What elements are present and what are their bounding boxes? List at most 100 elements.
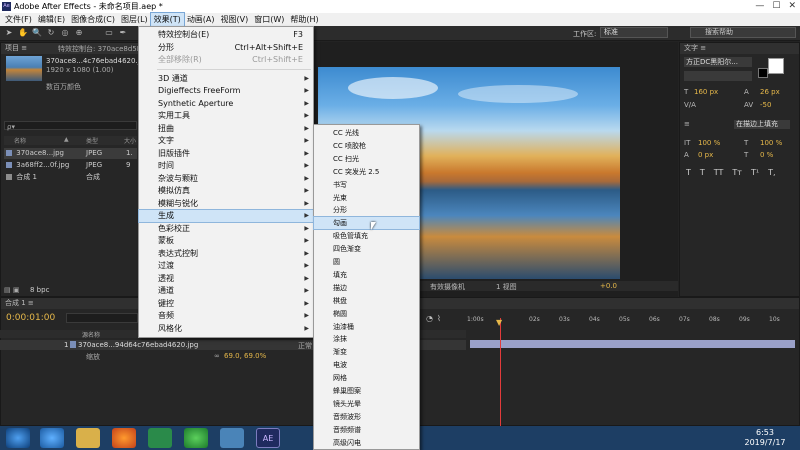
generate-menu-item[interactable]: 填充 — [314, 269, 419, 281]
project-row[interactable]: 370ace8...jpg JPEG 1. — [4, 148, 137, 159]
col-sort[interactable]: ▲ — [64, 136, 69, 143]
camera-select[interactable]: 有效摄像机 — [430, 282, 465, 292]
small-caps-button[interactable]: Tт — [732, 168, 742, 177]
menu-help[interactable]: 帮助(H) — [287, 13, 321, 26]
tsume-value[interactable]: 0 % — [760, 151, 773, 159]
effects-menu-item[interactable]: 特效控制台(E) F3 — [139, 29, 313, 41]
generate-menu-item[interactable]: 光束 — [314, 192, 419, 204]
generate-menu-item[interactable]: 椭圆 — [314, 308, 419, 320]
effects-menu-item[interactable]: 旧版插件 ▶ — [139, 148, 313, 160]
menu-file[interactable]: 文件(F) — [2, 13, 35, 26]
effects-menu-item[interactable]: 杂波与颗粒 ▶ — [139, 173, 313, 185]
scale-property-value[interactable]: 69.0, 69.0% — [224, 352, 266, 360]
font-style-select[interactable] — [684, 71, 752, 81]
generate-menu-item[interactable]: 镜头光晕 — [314, 398, 419, 410]
generate-menu-item[interactable]: 音频波形 — [314, 411, 419, 423]
menu-layer[interactable]: 图层(L) — [118, 13, 151, 26]
generate-menu-item[interactable]: CC 突发光 2.5 — [314, 166, 419, 178]
generate-menu-item[interactable]: 网格 — [314, 372, 419, 384]
playhead-handle-icon[interactable]: ▼ — [496, 318, 505, 327]
vertical-scale-value[interactable]: 100 % — [698, 139, 720, 147]
col-name[interactable]: 名称 — [14, 136, 26, 145]
timecode-display[interactable]: 0:00:01:00 — [6, 313, 55, 323]
effects-menu-item[interactable]: 实用工具 ▶ — [139, 110, 313, 122]
font-family-select[interactable]: 方正DC黑阳尔... — [684, 57, 752, 67]
rect-tool-icon[interactable]: ▭ — [104, 28, 114, 38]
help-search-input[interactable]: 搜索帮助 — [690, 27, 796, 38]
col-type[interactable]: 类型 — [86, 136, 98, 145]
effects-menu-item[interactable]: 音频 ▶ — [139, 310, 313, 322]
zoom-tool-icon[interactable]: 🔍 — [32, 28, 42, 38]
stroke-color-swatch[interactable] — [758, 68, 768, 78]
fill-color-swatch[interactable] — [768, 58, 784, 74]
effects-menu-item[interactable]: 扭曲 ▶ — [139, 123, 313, 135]
pen-tool-icon[interactable]: ✒ — [118, 28, 128, 38]
timeline-search-input[interactable] — [66, 313, 138, 323]
menu-edit[interactable]: 编辑(E) — [35, 13, 68, 26]
graph-editor-icon[interactable]: ⌇ — [437, 314, 441, 323]
minimize-button[interactable]: — — [755, 1, 764, 11]
effects-menu-item[interactable]: 全部移除(R) Ctrl+Shift+E — [139, 54, 313, 66]
generate-menu-item[interactable]: 吸色管填充 — [314, 230, 419, 242]
selection-tool-icon[interactable]: ➤ — [4, 28, 14, 38]
motion-blur-icon[interactable]: ◔ — [426, 314, 433, 323]
menu-composition[interactable]: 图像合成(C) — [68, 13, 118, 26]
faux-italic-button[interactable]: T — [700, 168, 705, 177]
effects-menu-item[interactable]: 蒙板 ▶ — [139, 235, 313, 247]
effects-menu-item[interactable]: 风格化 ▶ — [139, 323, 313, 335]
close-button[interactable]: ✕ — [788, 1, 796, 11]
generate-menu-item[interactable]: 圆 — [314, 256, 419, 268]
generate-menu-item[interactable]: 电波 — [314, 359, 419, 371]
generate-menu-item[interactable]: 四色渐变 — [314, 243, 419, 255]
firefox-icon[interactable] — [112, 428, 136, 448]
effects-menu-item[interactable]: 通道 ▶ — [139, 285, 313, 297]
col-size[interactable]: 大小 — [124, 136, 136, 145]
generate-menu-item[interactable]: 蜂巢图案 — [314, 385, 419, 397]
generate-menu-item[interactable]: 勾画 — [313, 216, 420, 231]
pan-tool-icon[interactable]: ⊕ — [74, 28, 84, 38]
font-size-value[interactable]: 160 px — [694, 88, 718, 96]
system-clock[interactable]: 6:53 2019/7/17 — [740, 428, 790, 448]
effects-menu-item[interactable]: Synthetic Aperture ▶ — [139, 98, 313, 110]
generate-menu-item[interactable]: 棋盘 — [314, 295, 419, 307]
effects-menu-item[interactable]: 文字 ▶ — [139, 135, 313, 147]
menu-window[interactable]: 窗口(W) — [251, 13, 287, 26]
browser-icon[interactable] — [40, 428, 64, 448]
generate-menu-item[interactable]: CC 光线 — [314, 127, 419, 139]
effects-menu-item[interactable]: 色彩校正 ▶ — [139, 223, 313, 235]
current-time-indicator[interactable] — [500, 318, 501, 426]
effects-menu-item[interactable]: 透视 ▶ — [139, 273, 313, 285]
character-tab[interactable]: 文字 ≡ — [684, 44, 706, 52]
faux-bold-button[interactable]: T — [686, 168, 691, 177]
exposure-value[interactable]: +0.0 — [600, 282, 617, 290]
horizontal-scale-value[interactable]: 100 % — [760, 139, 782, 147]
generate-menu-item[interactable]: 高级闪电 — [314, 437, 419, 449]
generate-menu-item[interactable]: 油漆桶 — [314, 321, 419, 333]
baseline-value[interactable]: 0 px — [698, 151, 713, 159]
menu-view[interactable]: 视图(V) — [218, 13, 252, 26]
subscript-button[interactable]: T, — [768, 168, 775, 177]
start-button-icon[interactable] — [6, 428, 30, 448]
hand-tool-icon[interactable]: ✋ — [18, 28, 28, 38]
interpret-footage-icon[interactable]: ▤ ▣ — [4, 286, 26, 294]
folder-icon[interactable] — [76, 428, 100, 448]
effects-menu-item[interactable]: 3D 通道 ▶ — [139, 73, 313, 85]
time-ruler[interactable]: 1:00s 02s 03s 04s 05s 06s 07s 08s 09s 10… — [467, 316, 800, 324]
generate-menu-item[interactable]: 音频频谱 — [314, 424, 419, 436]
effects-menu-item[interactable]: 模拟仿真 ▶ — [139, 185, 313, 197]
stroke-mode-select[interactable]: 在描边上填充 — [734, 120, 790, 129]
effects-menu-item[interactable]: 过渡 ▶ — [139, 260, 313, 272]
maximize-button[interactable]: ☐ — [772, 1, 780, 11]
layer-duration-bar[interactable] — [470, 340, 795, 348]
effects-menu-item[interactable]: 模糊与锐化 ▶ — [139, 198, 313, 210]
generate-menu-item[interactable]: 涂抹 — [314, 333, 419, 345]
app-window-icon[interactable] — [220, 428, 244, 448]
rotate-tool-icon[interactable]: ↻ — [46, 28, 56, 38]
generate-menu-item[interactable]: 分形 — [314, 204, 419, 216]
project-search-input[interactable]: ρ▾ — [4, 121, 137, 131]
views-select[interactable]: 1 视图 — [496, 282, 517, 292]
generate-menu-item[interactable]: CC 扫光 — [314, 153, 419, 165]
camera-tool-icon[interactable]: ◎ — [60, 28, 70, 38]
project-row[interactable]: 3a68ff2...0f.jpg JPEG 9 — [4, 160, 137, 171]
link-icon[interactable]: ∞ — [214, 352, 222, 360]
